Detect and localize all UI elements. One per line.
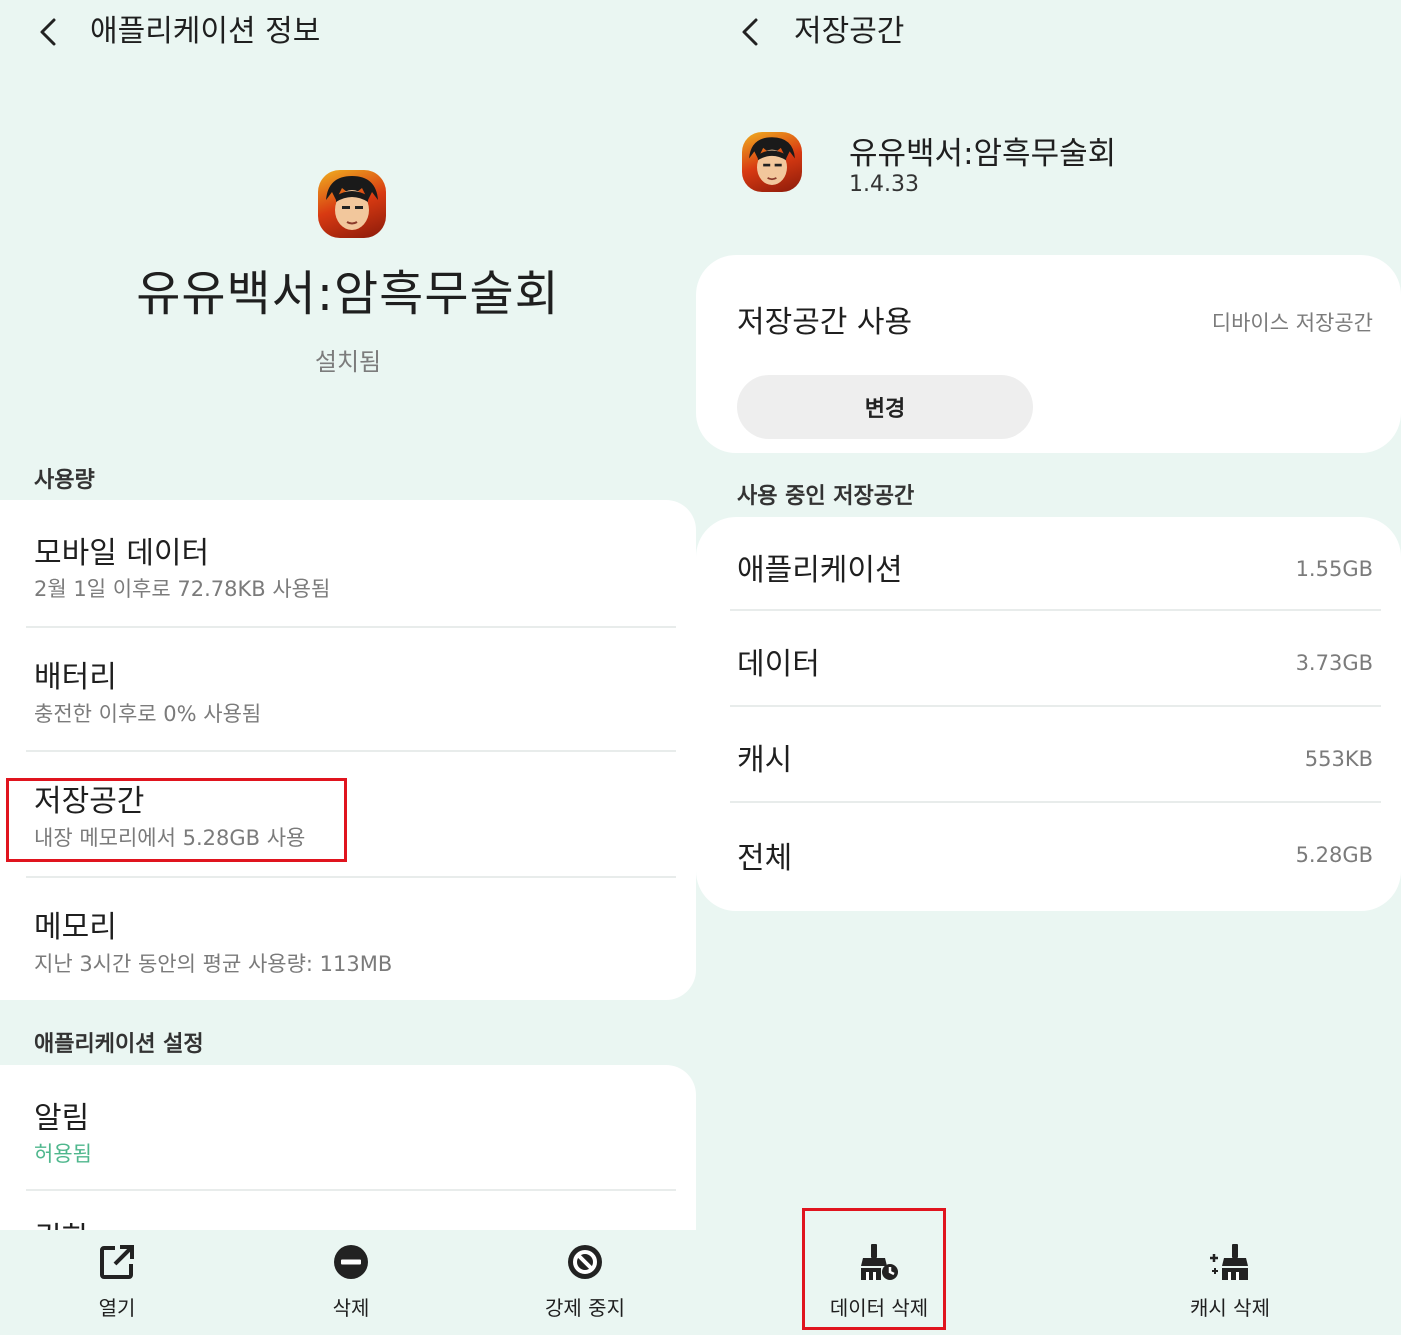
list-item-notifications[interactable]: 알림 허용됨 [0, 1065, 696, 1189]
usage-card: 모바일 데이터 2월 1일 이후로 72.78KB 사용됨 배터리 충전한 이후… [0, 500, 696, 1000]
item-title: 저장공간 [34, 784, 145, 819]
clear-data-button[interactable]: 데이터 삭제 [799, 1240, 959, 1330]
item-subtitle: 충전한 이후로 0% 사용됨 [34, 702, 262, 726]
row-name: 애플리케이션 [737, 553, 903, 588]
row-name: 전체 [737, 841, 793, 876]
force-stop-button[interactable]: 강제 중지 [505, 1240, 665, 1330]
chevron-left-icon [40, 18, 56, 46]
clear-data-icon [861, 1244, 898, 1280]
item-title: 권한 [34, 1213, 89, 1230]
storage-row-cache: 캐시 553KB [696, 707, 1401, 801]
app-info-header: 애플리케이션 정보 [0, 0, 696, 64]
clear-cache-button[interactable]: 캐시 삭제 [1150, 1240, 1310, 1330]
item-title: 메모리 [34, 910, 117, 945]
storage-used-card: 저장공간 사용 디바이스 저장공간 변경 [696, 255, 1401, 453]
item-subtitle: 지난 3시간 동안의 평균 사용량: 113MB [34, 952, 393, 976]
item-title: 모바일 데이터 [34, 536, 210, 571]
app-version: 1.4.33 [849, 172, 919, 197]
storage-in-use-card: 애플리케이션 1.55GB 데이터 3.73GB 캐시 553KB 전체 5.2… [696, 517, 1401, 911]
list-item-permissions[interactable]: 권한 [0, 1191, 696, 1230]
storage-header: 저장공간 [696, 0, 1401, 64]
clear-data-label: 데이터 삭제 [829, 1296, 929, 1320]
list-item-battery[interactable]: 배터리 충전한 이후로 0% 사용됨 [0, 628, 696, 750]
row-name: 캐시 [737, 743, 793, 778]
bottom-action-bar: 열기 삭제 강제 중지 [0, 1230, 696, 1335]
row-name: 데이터 [737, 647, 820, 682]
stop-icon [568, 1245, 602, 1279]
row-value: 1.55GB [1295, 557, 1373, 581]
chevron-left-icon [742, 18, 758, 46]
storage-in-use-label: 사용 중인 저장공간 [737, 484, 915, 509]
app-settings-section-label: 애플리케이션 설정 [34, 1032, 204, 1057]
open-label: 열기 [98, 1296, 136, 1320]
list-item-storage[interactable]: 저장공간 내장 메모리에서 5.28GB 사용 [0, 752, 696, 876]
item-subtitle: 허용됨 [34, 1142, 92, 1166]
item-title: 배터리 [34, 660, 117, 695]
list-item-mobile-data[interactable]: 모바일 데이터 2월 1일 이후로 72.78KB 사용됨 [0, 500, 696, 626]
change-button[interactable]: 변경 [737, 375, 1033, 439]
storage-location-value: 디바이스 저장공간 [1211, 311, 1373, 335]
open-button[interactable]: 열기 [37, 1240, 197, 1330]
page-title: 애플리케이션 정보 [90, 14, 321, 49]
clear-cache-label: 캐시 삭제 [1190, 1296, 1270, 1320]
usage-section-label: 사용량 [34, 468, 95, 493]
storage-row-application: 애플리케이션 1.55GB [696, 517, 1401, 609]
uninstall-label: 삭제 [332, 1296, 370, 1320]
app-status: 설치됨 [314, 348, 382, 376]
app-icon [318, 170, 386, 238]
item-title: 알림 [34, 1101, 90, 1136]
storage-used-title: 저장공간 사용 [737, 305, 913, 340]
item-subtitle: 2월 1일 이후로 72.78KB 사용됨 [34, 577, 331, 601]
app-info-screen: 애플리케이션 정보 유유백서:암흑무술회 설치됨 사용량 모바일 데이터 2월 … [0, 0, 696, 1335]
back-button[interactable] [30, 12, 66, 52]
row-value: 553KB [1304, 747, 1373, 771]
force-stop-label: 강제 중지 [545, 1296, 625, 1320]
page-title: 저장공간 [794, 14, 905, 49]
uninstall-button[interactable]: 삭제 [271, 1240, 431, 1330]
bottom-action-bar: 데이터 삭제 캐시 삭제 [696, 1230, 1401, 1335]
storage-screen: 저장공간 유유백서:암흑무술회 1.4.33 저장공간 사용 디바이스 저장공간… [696, 0, 1401, 1335]
app-name: 유유백서:암흑무술회 [136, 266, 560, 322]
app-icon [742, 132, 802, 192]
clear-cache-icon [1210, 1244, 1248, 1280]
list-item-memory[interactable]: 메모리 지난 3시간 동안의 평균 사용량: 113MB [0, 878, 696, 1000]
storage-row-total: 전체 5.28GB [696, 803, 1401, 903]
row-value: 3.73GB [1295, 651, 1373, 675]
back-button[interactable] [732, 12, 768, 52]
open-external-icon [100, 1245, 134, 1279]
app-settings-card: 알림 허용됨 권한 [0, 1065, 696, 1230]
minus-circle-icon [334, 1245, 368, 1279]
row-value: 5.28GB [1295, 843, 1373, 867]
storage-row-data: 데이터 3.73GB [696, 611, 1401, 705]
app-name: 유유백서:암흑무술회 [849, 136, 1117, 172]
item-subtitle: 내장 메모리에서 5.28GB 사용 [34, 826, 306, 850]
